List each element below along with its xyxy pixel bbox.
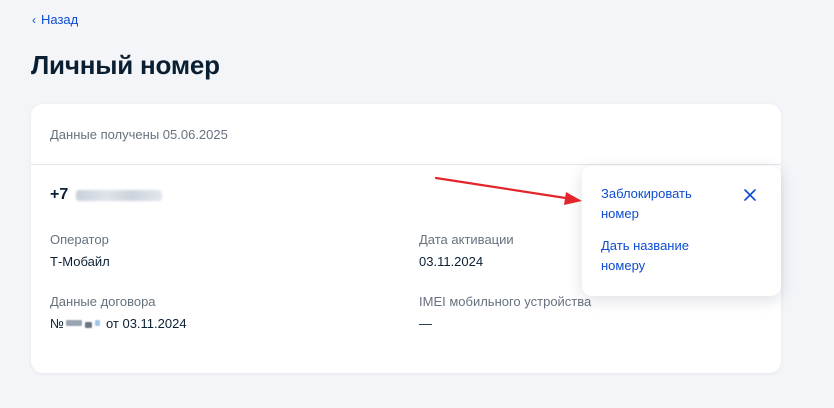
- page-title: Личный номер: [31, 50, 220, 80]
- phone-number: +7: [50, 186, 163, 204]
- close-icon[interactable]: [743, 188, 757, 202]
- rename-number-menu-item[interactable]: Дать название номеру: [601, 236, 721, 276]
- activation-date-field: Дата активации 03.11.2024: [419, 232, 514, 269]
- chevron-left-icon: ‹: [32, 12, 36, 27]
- data-received-text: Данные получены 05.06.2025: [50, 126, 228, 142]
- block-number-menu-item[interactable]: Заблокировать номер: [601, 184, 721, 224]
- operator-label: Оператор: [50, 232, 109, 247]
- contract-field: Данные договора № от 03.11.2024: [50, 294, 187, 331]
- contract-value: № от 03.11.2024: [50, 316, 187, 331]
- operator-field: Оператор Т-Мобайл: [50, 232, 110, 269]
- contract-number-prefix: №: [50, 316, 64, 331]
- number-actions-menu: Заблокировать номер Дать название номеру: [582, 166, 781, 296]
- masked-phone-digits: [76, 189, 163, 201]
- back-link[interactable]: ‹ Назад: [32, 12, 78, 27]
- masked-contract-number: [65, 319, 100, 328]
- back-link-label: Назад: [41, 12, 79, 27]
- imei-value: —: [419, 316, 432, 331]
- activation-date-label: Дата активации: [419, 232, 514, 247]
- phone-prefix: +7: [50, 186, 69, 203]
- contract-label: Данные договора: [50, 294, 156, 309]
- activation-date-value: 03.11.2024: [419, 254, 484, 269]
- contract-date: от 03.11.2024: [105, 316, 187, 331]
- imei-field: IMEI мобильного устройства —: [419, 294, 591, 331]
- card-header: Данные получены 05.06.2025: [31, 104, 781, 165]
- operator-value: Т-Мобайл: [50, 254, 110, 269]
- imei-label: IMEI мобильного устройства: [419, 294, 592, 309]
